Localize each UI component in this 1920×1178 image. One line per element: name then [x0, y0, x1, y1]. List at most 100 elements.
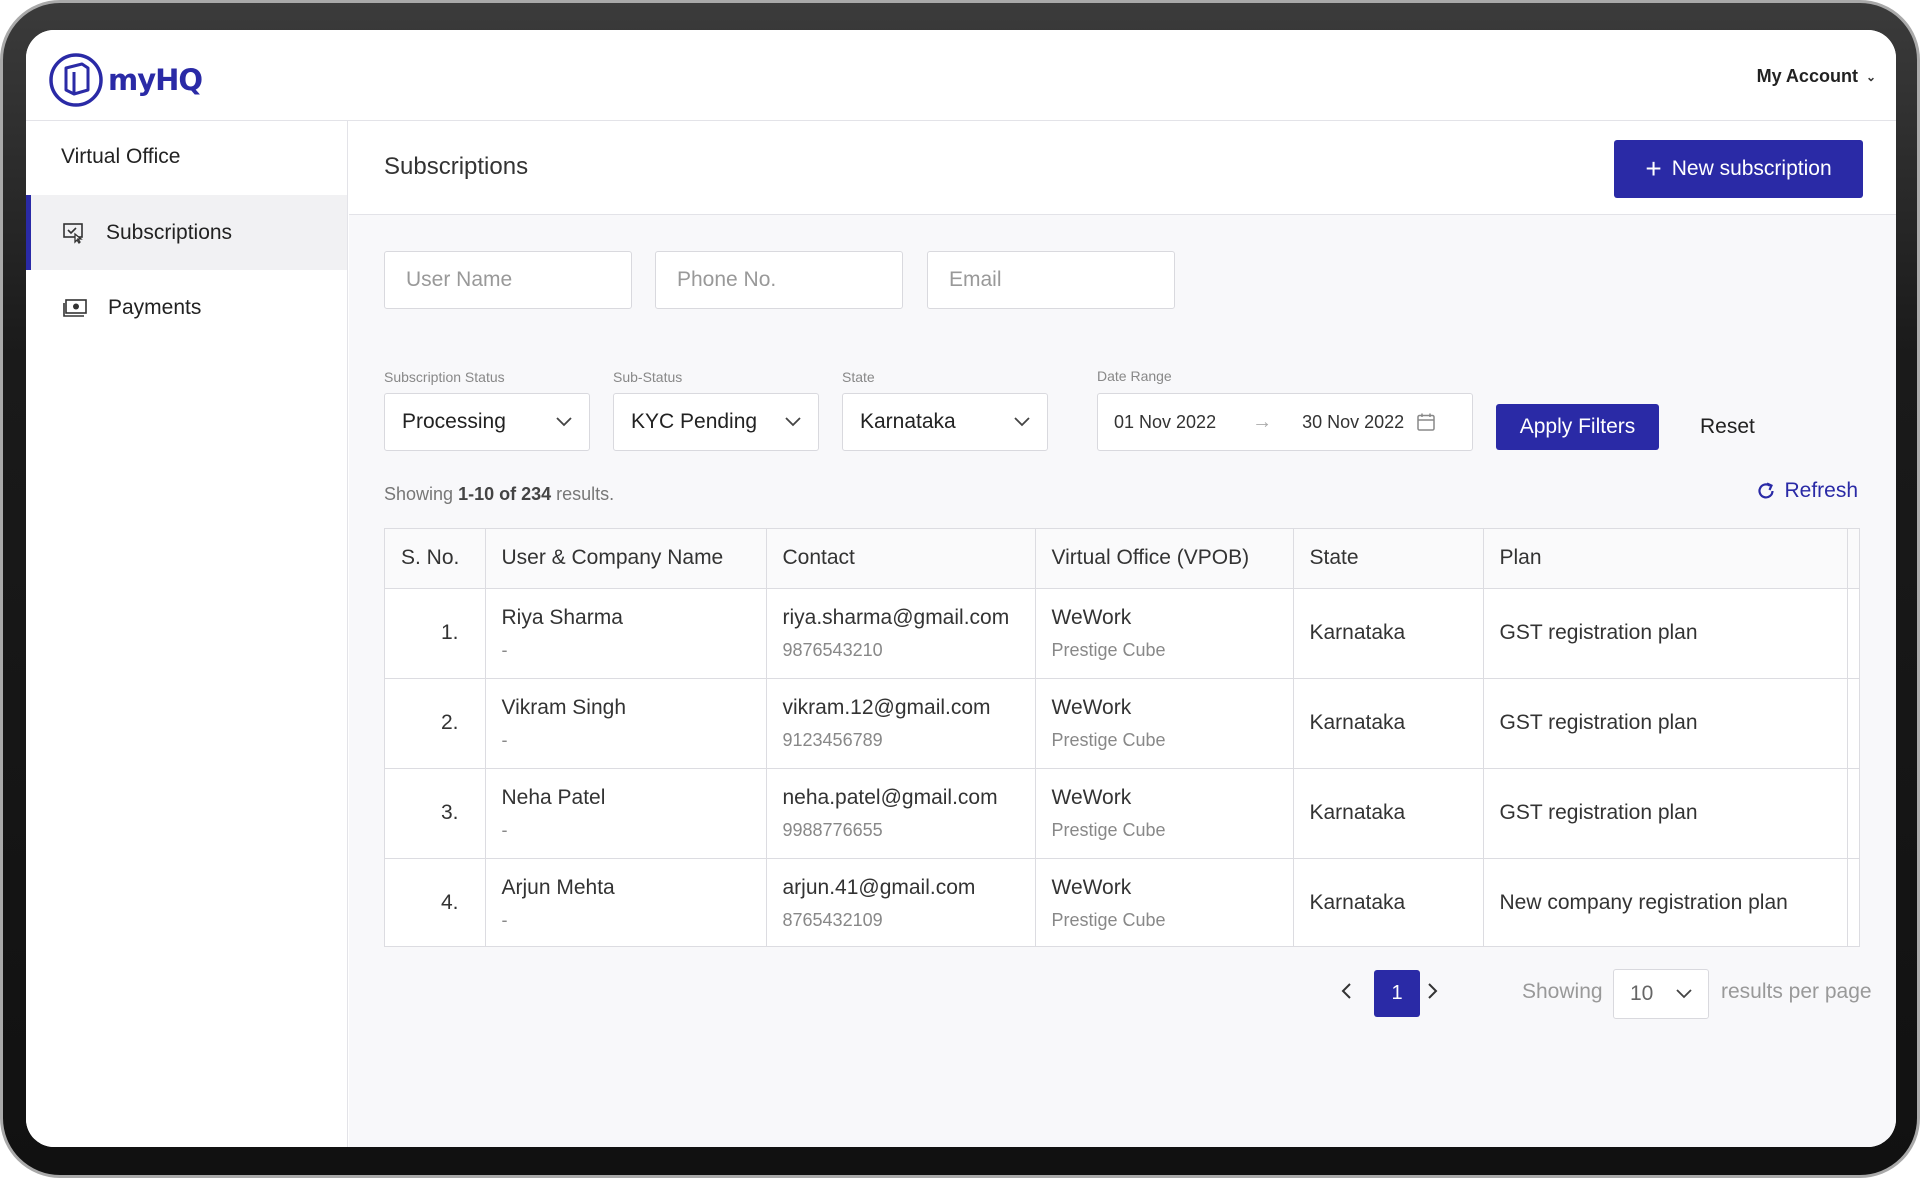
user-company-cell: Riya Sharma -	[485, 588, 767, 679]
chevron-down-icon	[556, 417, 572, 427]
per-page-select[interactable]: 10	[1613, 969, 1709, 1019]
company-name: -	[501, 729, 508, 750]
table-row[interactable]: 2. Vikram Singh - vikram.12@gmail.com 9123…	[385, 678, 1859, 769]
chevron-down-icon	[1676, 989, 1692, 999]
subscription-status-value: Processing	[402, 410, 506, 433]
phone-input[interactable]: Phone No.	[655, 251, 903, 309]
column-header[interactable]: User & Company Name	[485, 529, 767, 589]
next-page-button[interactable]	[1427, 979, 1439, 1007]
contact-cell: vikram.12@gmail.com 9123456789	[766, 678, 1036, 769]
my-account-menu[interactable]: My Account ⌄	[1757, 66, 1876, 87]
state-label: State	[842, 369, 875, 385]
company-name: -	[501, 639, 508, 660]
contact-cell: arjun.41@gmail.com 8765432109	[766, 858, 1036, 946]
table-row[interactable]: 3. Neha Patel - neha.patel@gmail.com 99887…	[385, 768, 1859, 859]
sidebar-heading: Virtual Office	[61, 145, 181, 168]
virtual-office-location: Prestige Cube	[1051, 819, 1166, 840]
email-placeholder: Email	[949, 268, 1002, 291]
page-number-button[interactable]: 1	[1374, 970, 1420, 1017]
overflow-cell	[1847, 858, 1859, 946]
date-range-start: 01 Nov 2022	[1114, 411, 1217, 432]
virtual-office-cell: WeWork Prestige Cube	[1035, 858, 1294, 946]
virtual-office-name: WeWork	[1051, 605, 1132, 629]
virtual-office-location: Prestige Cube	[1051, 909, 1166, 930]
virtual-office-cell: WeWork Prestige Cube	[1035, 768, 1294, 859]
column-header[interactable]: Virtual Office (VPOB)	[1035, 529, 1294, 589]
state-cell: Karnataka	[1293, 588, 1484, 679]
arrow-right-icon: →	[1252, 410, 1273, 433]
user-name-input[interactable]: User Name	[384, 251, 632, 309]
results-range: 1-10 of 234	[458, 484, 552, 504]
phone-placeholder: Phone No.	[677, 268, 777, 291]
user-company-cell: Neha Patel -	[485, 768, 767, 859]
chevron-down-icon: ⌄	[1865, 69, 1876, 84]
plan-cell: GST registration plan	[1483, 678, 1848, 769]
previous-page-button[interactable]	[1340, 979, 1352, 1007]
sub-status-select[interactable]: KYC Pending	[613, 393, 819, 451]
top-bar: myHQ My Account ⌄	[26, 30, 1896, 121]
sub-status-label: Sub-Status	[613, 369, 683, 385]
contact-phone: 8765432109	[782, 909, 883, 930]
refresh-label: Refresh	[1784, 479, 1858, 502]
subscription-status-label: Subscription Status	[384, 369, 505, 385]
subscription-status-select[interactable]: Processing	[384, 393, 590, 451]
virtual-office-location: Prestige Cube	[1051, 639, 1166, 660]
main-content: Subscriptions + New subscription User Na…	[349, 121, 1896, 1147]
column-header[interactable]: S. No.	[385, 529, 486, 589]
contact-email: riya.sharma@gmail.com	[782, 605, 1010, 629]
user-name-placeholder: User Name	[406, 268, 513, 291]
chevron-right-icon	[1428, 983, 1438, 999]
virtual-office-cell: WeWork Prestige Cube	[1035, 678, 1294, 769]
contact-email: vikram.12@gmail.com	[782, 695, 991, 719]
virtual-office-name: WeWork	[1051, 875, 1132, 899]
table-row[interactable]: 4. Arjun Mehta - arjun.41@gmail.com 876543…	[385, 858, 1859, 946]
state-cell: Karnataka	[1293, 768, 1484, 859]
new-subscription-label: New subscription	[1671, 157, 1832, 180]
sidebar-item-subscriptions[interactable]: Subscriptions	[26, 195, 347, 270]
column-header-overflow	[1847, 529, 1859, 589]
column-header[interactable]: Contact	[766, 529, 1036, 589]
row-number: 2.	[385, 678, 486, 769]
date-range-picker[interactable]: 01 Nov 2022 → 30 Nov 2022	[1097, 393, 1473, 451]
sidebar-item-payments[interactable]: Payments	[26, 270, 347, 345]
email-input[interactable]: Email	[927, 251, 1175, 309]
sidebar-item-label: Payments	[108, 295, 202, 319]
contact-phone: 9876543210	[782, 639, 883, 660]
state-cell: Karnataka	[1293, 678, 1484, 769]
per-page-value: 10	[1630, 982, 1654, 1005]
company-name: -	[501, 819, 508, 840]
refresh-button[interactable]: Refresh	[1756, 479, 1858, 503]
subscriptions-icon	[63, 222, 83, 244]
plan-cell: GST registration plan	[1483, 588, 1848, 679]
row-number: 3.	[385, 768, 486, 859]
user-company-cell: Vikram Singh -	[485, 678, 767, 769]
state-select[interactable]: Karnataka	[842, 393, 1048, 451]
column-header[interactable]: State	[1293, 529, 1484, 589]
plan-cell: GST registration plan	[1483, 768, 1848, 859]
new-subscription-button[interactable]: + New subscription	[1614, 140, 1863, 198]
chevron-down-icon	[785, 417, 801, 427]
contact-phone: 9123456789	[782, 729, 883, 750]
app-screen: myHQ My Account ⌄ Virtual Office Subscri…	[26, 30, 1896, 1147]
table-row[interactable]: 1. Riya Sharma - riya.sharma@gmail.com 987…	[385, 588, 1859, 679]
virtual-office-location: Prestige Cube	[1051, 729, 1166, 750]
state-cell: Karnataka	[1293, 858, 1484, 946]
my-account-label: My Account	[1756, 66, 1858, 86]
refresh-icon	[1758, 482, 1775, 499]
sidebar: Virtual Office Subscriptions Payments	[26, 121, 348, 1147]
contact-cell: neha.patel@gmail.com 9988776655	[766, 768, 1036, 859]
company-name: -	[501, 909, 508, 930]
user-name: Neha Patel	[501, 785, 606, 809]
brand-logo[interactable]: myHQ	[48, 52, 203, 108]
user-name: Vikram Singh	[501, 695, 627, 719]
row-number: 1.	[385, 588, 486, 679]
virtual-office-cell: WeWork Prestige Cube	[1035, 588, 1294, 679]
virtual-office-name: WeWork	[1051, 785, 1132, 809]
contact-phone: 9988776655	[782, 819, 883, 840]
reset-button[interactable]: Reset	[1700, 415, 1755, 439]
contact-cell: riya.sharma@gmail.com 9876543210	[766, 588, 1036, 679]
column-header[interactable]: Plan	[1483, 529, 1848, 589]
apply-filters-button[interactable]: Apply Filters	[1496, 404, 1659, 450]
myhq-logo-icon	[49, 53, 103, 107]
date-range-end: 30 Nov 2022	[1302, 411, 1405, 432]
